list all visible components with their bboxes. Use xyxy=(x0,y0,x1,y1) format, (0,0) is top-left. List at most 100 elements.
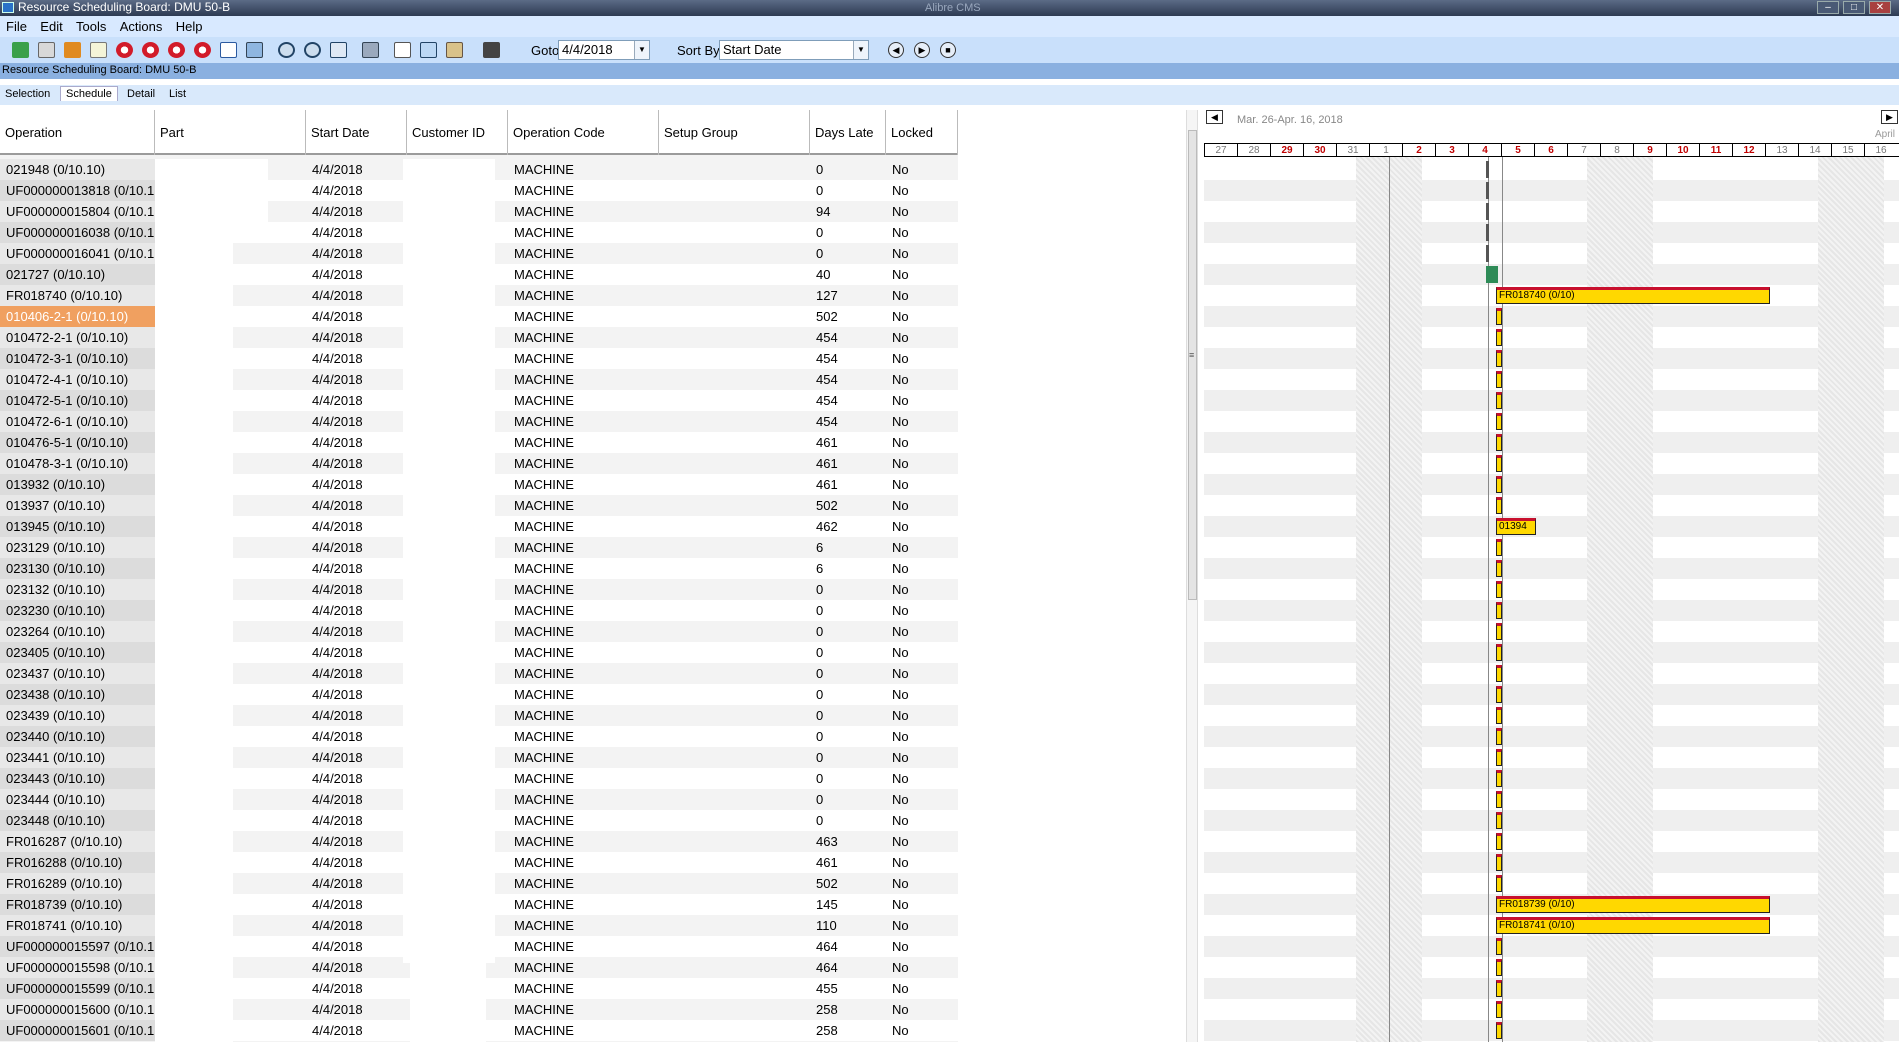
gantt-bar[interactable] xyxy=(1496,1022,1502,1039)
table-cell: 010406-2-1 (0/10.10) xyxy=(0,306,155,327)
column-setup-group[interactable]: Setup Group xyxy=(659,110,810,155)
gantt-milestone[interactable] xyxy=(1486,203,1489,220)
table-cell xyxy=(659,180,810,201)
paste-icon[interactable] xyxy=(446,42,463,58)
gantt-bar[interactable] xyxy=(1496,812,1502,829)
column-part[interactable]: Part xyxy=(155,110,306,155)
gantt-bar[interactable] xyxy=(1496,623,1502,640)
gantt-bar[interactable] xyxy=(1496,833,1502,850)
gantt-bar[interactable] xyxy=(1496,770,1502,787)
gantt-bar[interactable] xyxy=(1496,644,1502,661)
gantt-bar[interactable] xyxy=(1496,875,1502,892)
gantt-milestone[interactable] xyxy=(1486,224,1489,241)
forward-icon[interactable]: ▶ xyxy=(914,42,930,58)
chevron-down-icon[interactable]: ▼ xyxy=(853,41,868,59)
tab-selection[interactable]: Selection xyxy=(5,88,50,100)
gantt-bar[interactable]: 01394 xyxy=(1496,518,1536,535)
gantt-prev-icon[interactable]: ◀ xyxy=(1206,110,1223,124)
sortby-select[interactable]: Start Date ▼ xyxy=(719,40,869,60)
column-operation-code[interactable]: Operation Code xyxy=(508,110,659,155)
tab-schedule[interactable]: Schedule xyxy=(60,86,118,101)
table-cell: 023437 (0/10.10) xyxy=(0,663,155,684)
gantt-bar[interactable] xyxy=(1496,728,1502,745)
calendar-icon[interactable] xyxy=(220,42,237,58)
print-icon[interactable] xyxy=(362,42,379,58)
gantt-bar[interactable]: FR018741 (0/10) xyxy=(1496,917,1770,934)
gantt-bar[interactable] xyxy=(1496,602,1502,619)
menu-tools[interactable]: Tools xyxy=(70,16,110,37)
maximize-button[interactable]: □ xyxy=(1843,1,1865,14)
column-operation[interactable]: Operation xyxy=(0,110,155,155)
tab-detail[interactable]: Detail xyxy=(127,88,155,100)
gantt-milestone[interactable] xyxy=(1486,245,1489,262)
gantt-bar[interactable] xyxy=(1496,959,1502,976)
eraser-icon[interactable] xyxy=(38,42,55,58)
lifebuoy-icon[interactable] xyxy=(194,42,211,58)
document-icon[interactable] xyxy=(90,42,107,58)
gantt-bar[interactable] xyxy=(1496,455,1502,472)
gantt-bar[interactable] xyxy=(1496,665,1502,682)
refresh-icon[interactable] xyxy=(12,42,29,58)
tab-list[interactable]: List xyxy=(169,88,186,100)
fit-icon[interactable] xyxy=(330,42,347,58)
table-cell: 110 xyxy=(816,918,837,933)
menu-actions[interactable]: Actions xyxy=(114,16,167,37)
table-cell: 0 xyxy=(810,180,886,201)
gantt-bar[interactable] xyxy=(1496,539,1502,556)
gantt-bar[interactable] xyxy=(1496,854,1502,871)
column-locked[interactable]: Locked xyxy=(886,110,958,155)
gantt-milestone[interactable] xyxy=(1486,161,1489,178)
gantt-bar[interactable] xyxy=(1496,980,1502,997)
menu-help[interactable]: Help xyxy=(170,16,207,37)
back-icon[interactable]: ◀ xyxy=(888,42,904,58)
column-customer-id[interactable]: Customer ID xyxy=(407,110,508,155)
gantt-bar[interactable] xyxy=(1496,497,1502,514)
gantt-bar[interactable] xyxy=(1496,434,1502,451)
table-cell: No xyxy=(886,348,958,369)
gantt-milestone[interactable] xyxy=(1486,182,1489,199)
gantt-bar[interactable] xyxy=(1496,791,1502,808)
scrollbar-thumb[interactable] xyxy=(1188,130,1197,600)
gantt-bar[interactable]: FR018740 (0/10) xyxy=(1496,287,1770,304)
gantt-bar[interactable] xyxy=(1496,371,1502,388)
gantt-next-icon[interactable]: ▶ xyxy=(1881,110,1898,124)
gantt-bar[interactable] xyxy=(1496,350,1502,367)
image-icon[interactable] xyxy=(246,42,263,58)
gantt-bar[interactable] xyxy=(1496,686,1502,703)
minimize-button[interactable]: – xyxy=(1817,1,1839,14)
zoom-out-icon[interactable] xyxy=(304,42,321,58)
column-start-date[interactable]: Start Date xyxy=(306,110,407,155)
scrollbar-grip-icon: ≡ xyxy=(1189,350,1195,360)
copy-icon[interactable] xyxy=(420,42,437,58)
gantt-bar[interactable] xyxy=(1496,581,1502,598)
goto-date-field[interactable]: 4/4/2018 ▼ xyxy=(558,40,650,60)
gantt-bar[interactable] xyxy=(1496,413,1502,430)
gantt-bar[interactable] xyxy=(1496,1001,1502,1018)
gantt-bar[interactable]: FR018739 (0/10) xyxy=(1496,896,1770,913)
close-button[interactable]: ✕ xyxy=(1869,1,1891,14)
menu-file[interactable]: File xyxy=(0,16,31,37)
gantt-bar[interactable] xyxy=(1496,392,1502,409)
gantt-row-band xyxy=(1204,390,1899,411)
find-icon[interactable] xyxy=(483,42,500,58)
stop-icon[interactable]: ■ xyxy=(940,42,956,58)
schedule-icon[interactable] xyxy=(64,42,81,58)
column-days-late[interactable]: Days Late xyxy=(810,110,886,155)
vertical-scrollbar[interactable]: ≡ xyxy=(1186,110,1198,1042)
gantt-bar[interactable] xyxy=(1496,938,1502,955)
gantt-bar[interactable] xyxy=(1496,707,1502,724)
gantt-bar[interactable] xyxy=(1496,329,1502,346)
gantt-bar[interactable] xyxy=(1496,308,1502,325)
cut-icon[interactable] xyxy=(394,42,411,58)
gantt-milestone[interactable] xyxy=(1486,266,1498,283)
chevron-down-icon[interactable]: ▼ xyxy=(634,41,649,59)
gantt-day: 30 xyxy=(1303,144,1336,157)
gantt-bar[interactable] xyxy=(1496,476,1502,493)
menu-edit[interactable]: Edit xyxy=(34,16,66,37)
lifebuoy-icon[interactable] xyxy=(116,42,133,58)
lifebuoy-icon[interactable] xyxy=(142,42,159,58)
lifebuoy-icon[interactable] xyxy=(168,42,185,58)
zoom-in-icon[interactable] xyxy=(278,42,295,58)
gantt-bar[interactable] xyxy=(1496,560,1502,577)
gantt-bar[interactable] xyxy=(1496,749,1502,766)
